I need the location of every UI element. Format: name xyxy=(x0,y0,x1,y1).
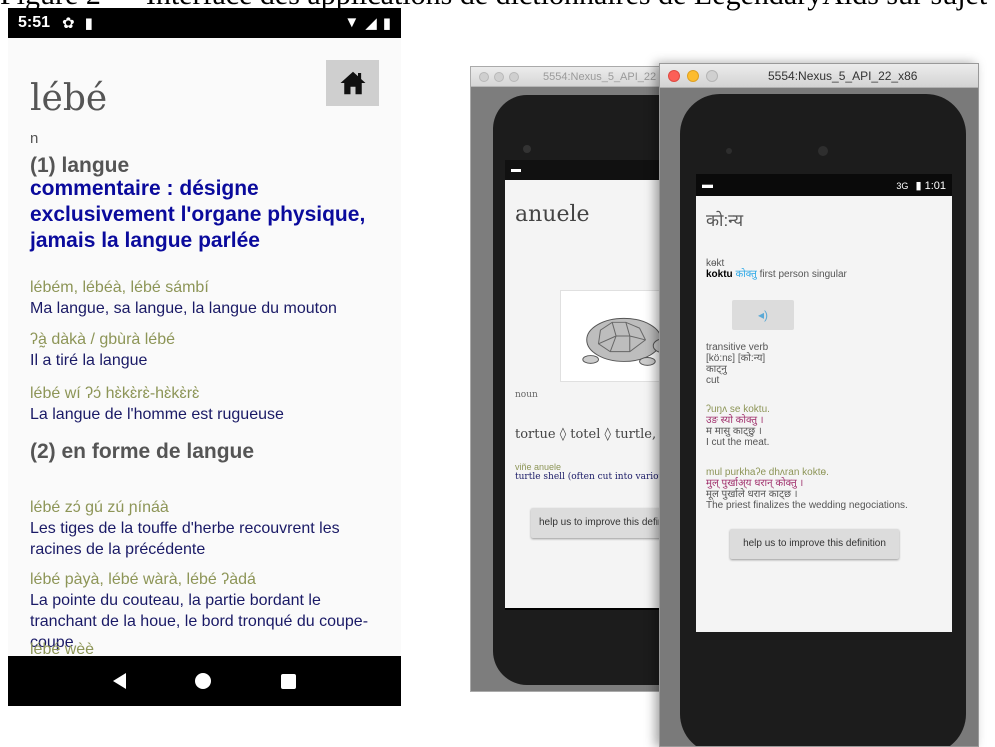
example-translation: The priest finalizes the wedding negocia… xyxy=(706,500,908,511)
gloss: tortue ◊ totel ◊ turtle, esp. s xyxy=(515,427,680,442)
notification-icon: ▬ xyxy=(702,179,713,191)
window-title: 5554:Nexus_5_API_22 xyxy=(543,70,657,83)
back-icon[interactable] xyxy=(112,673,126,689)
example-entry: ʔà̰ dàkà / gbùrà lébé Il a tiré la langu… xyxy=(30,330,385,371)
nepali-gloss: काट्नु xyxy=(706,364,727,375)
device-screen: ▬ anuele noun tortue ◊ totel ◊ turtle, e… xyxy=(505,160,680,610)
example-vernacular: mul purkhaʔe dhʌran koktɵ. xyxy=(706,467,829,478)
window-controls[interactable] xyxy=(668,69,718,82)
example-nepali: म मासु काट्छु । xyxy=(706,426,762,437)
navigation-bar xyxy=(505,608,679,610)
window-controls[interactable] xyxy=(479,71,519,82)
sense-2-gloss: (2) en forme de langue xyxy=(30,440,255,463)
home-nav-icon[interactable] xyxy=(195,673,212,689)
sense-1-gloss: (1) langue xyxy=(30,154,130,177)
example-vernacular: ʔuŋʌ se koktu. xyxy=(706,404,770,415)
window-title: 5554:Nexus_5_API_22_x86 xyxy=(768,68,918,83)
android-dictionary-screen: 5:51 ✿ ▮ ▼ ◢ ▮ lébé n (1) langue comment… xyxy=(8,8,401,706)
home-button[interactable] xyxy=(326,60,379,106)
battery-icon: ▮ xyxy=(382,15,391,32)
example-translation: Ma langue, sa langue, la langue du mouto… xyxy=(30,300,337,317)
inflected-form: koktu xyxy=(706,269,733,280)
example-translation: La langue de l'homme est rugueuse xyxy=(30,406,284,423)
home-icon xyxy=(340,71,365,95)
speaker-icon xyxy=(523,145,531,153)
inflection-note: first person singular xyxy=(756,269,847,280)
sense-1-comment: commentaire : désigne exclusivement l'or… xyxy=(30,177,366,252)
example-translation: Il a tiré la langue xyxy=(30,352,148,369)
example-vernacular: lébé zɔ́ gú zú ɲínáà xyxy=(30,499,169,516)
ipa-transcription: [kö:nɛ] [को:न्य] xyxy=(706,353,766,364)
network-type: 3G xyxy=(896,180,909,191)
device-screen: ▬ 3G ▮ 1:01 को:न्य kɵkt koktu कोक्तु fir… xyxy=(696,174,952,632)
navigation-bar xyxy=(8,656,401,706)
sd-card-icon: ▮ xyxy=(84,15,93,32)
phonetic-line: kɵkt xyxy=(706,258,725,269)
example-vernacular: viñe anuele xyxy=(515,462,562,472)
status-bar: ▬ xyxy=(505,160,679,180)
improve-definition-button[interactable]: help us to improve this definition xyxy=(730,529,899,559)
part-of-speech: transitive verb xyxy=(706,342,769,353)
inflected-form-script[interactable]: कोक्तु xyxy=(735,269,756,280)
example-vernacular: lébém, lébéà, lébé sámbí xyxy=(30,279,209,296)
status-bar: ▬ 3G ▮ 1:01 xyxy=(696,174,952,196)
minimize-window-icon[interactable] xyxy=(687,69,699,82)
example-translation: I cut the meat. xyxy=(706,437,770,448)
inflection-line: koktu कोक्तु first person singular xyxy=(706,269,847,280)
wifi-icon: ▼ xyxy=(344,14,360,31)
notification-icon: ▬ xyxy=(511,164,521,175)
example-script: उङ स्यो कोक्तु । xyxy=(706,415,764,426)
improve-definition-button[interactable]: help us to improve this definition xyxy=(531,508,679,538)
example-entry: lébém, lébéà, lébé sámbí Ma langue, sa l… xyxy=(30,278,385,319)
example-nepali: मूल पुर्खाले धरान काट्छ । xyxy=(706,489,798,500)
example-entry: lébé zɔ́ gú zú ɲínáà Les tiges de la tou… xyxy=(30,498,385,560)
headword: lébé xyxy=(30,78,108,119)
example-translation: turtle shell (often cut into various c xyxy=(515,472,677,482)
status-bar: 5:51 ✿ ▮ ▼ ◢ ▮ xyxy=(8,8,401,38)
battery-icon: ▮ xyxy=(915,179,922,192)
recents-icon[interactable] xyxy=(281,673,297,689)
status-time: 5:51 xyxy=(18,14,51,31)
window-titlebar[interactable]: 5554:Nexus_5_API_22 xyxy=(471,67,679,87)
example-script: मुल् पुर्खाअ्य धरान् कोक्तु । xyxy=(706,478,804,489)
emulator-window-front[interactable]: 5554:Nexus_5_API_22_x86 ▬ 3G ▮ 1:01 को:न… xyxy=(659,63,979,747)
device-frame: ▬ anuele noun tortue ◊ totel ◊ turtle, e… xyxy=(493,95,680,685)
part-of-speech: n xyxy=(30,130,39,147)
close-window-icon[interactable] xyxy=(668,69,680,82)
camera-icon xyxy=(818,146,828,156)
window-titlebar[interactable]: 5554:Nexus_5_API_22_x86 xyxy=(660,64,978,88)
example-translation: Les tiges de la touffe d'herbe recouvren… xyxy=(30,520,340,558)
signal-icon: ◢ xyxy=(365,15,377,32)
headword: anuele xyxy=(515,202,590,227)
zoom-window-icon[interactable] xyxy=(706,69,718,82)
speaker-audio-icon: ◂) xyxy=(757,308,769,322)
play-audio-button[interactable]: ◂) xyxy=(732,300,794,330)
example-vernacular: lébé wí ʔɔ́ hɛ̀kɛ̀rɛ̀-hɛ̀kɛ̀rɛ̀ xyxy=(30,385,200,402)
headword: को:न्य xyxy=(706,211,744,230)
device-frame: ▬ 3G ▮ 1:01 को:न्य kɵkt koktu कोक्तु fir… xyxy=(680,94,966,746)
emulator-window-back[interactable]: 5554:Nexus_5_API_22 ▬ anuele noun tortue… xyxy=(470,66,680,692)
example-entry: lébé wí ʔɔ́ hɛ̀kɛ̀rɛ̀-hɛ̀kɛ̀rɛ̀ La langu… xyxy=(30,384,385,425)
settings-gear-icon: ✿ xyxy=(62,15,75,32)
part-of-speech: noun xyxy=(515,390,538,400)
speaker-icon xyxy=(726,148,732,154)
example-vernacular: ʔà̰ dàkà / gbùrà lébé xyxy=(30,331,175,348)
english-gloss: cut xyxy=(706,375,720,386)
example-vernacular: lébé pàyà, lébé wàrà, lébé ʔàdá xyxy=(30,571,256,588)
status-time: 1:01 xyxy=(924,179,946,192)
